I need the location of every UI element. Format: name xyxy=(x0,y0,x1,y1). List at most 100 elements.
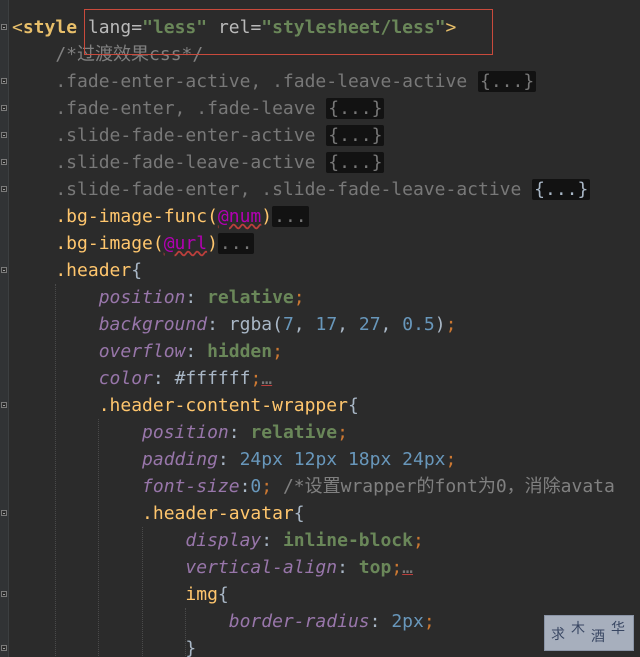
watermark-logo: 求 木 酒 华 xyxy=(544,615,634,651)
code-token: : xyxy=(152,368,175,389)
fold-toggle-icon[interactable] xyxy=(1,78,7,84)
fold-toggle-icon[interactable] xyxy=(1,132,7,138)
code-token: inline-block xyxy=(282,530,413,551)
code-line[interactable]: .bg-image(@url)... xyxy=(12,230,255,257)
code-editor[interactable]: <style lang="less" rel="stylesheet/less"… xyxy=(0,0,640,657)
code-token: .header-content-wrapper xyxy=(12,395,348,416)
code-token: : xyxy=(185,287,208,308)
fold-toggle-icon[interactable] xyxy=(1,186,7,192)
code-line[interactable]: padding: 24px 12px 18px 24px; xyxy=(12,446,456,473)
code-token: , xyxy=(337,314,359,335)
code-token: : xyxy=(228,422,251,443)
folded-region-button[interactable]: ... xyxy=(272,206,309,227)
code-token: , xyxy=(380,314,403,335)
code-token: ; xyxy=(272,341,283,362)
code-token: ) xyxy=(261,206,273,227)
code-line[interactable]: position: relative; xyxy=(12,419,348,446)
code-token: ; xyxy=(391,557,403,578)
code-line[interactable]: .header-avatar{ xyxy=(12,500,305,527)
code-line[interactable]: overflow: hidden; xyxy=(12,338,283,365)
fold-toggle-icon[interactable] xyxy=(1,24,7,30)
code-token: 27 xyxy=(358,314,381,335)
code-token: .bg-image-func( xyxy=(12,206,218,227)
code-token: /*设置wrapper的font为0，消除avata xyxy=(272,476,615,497)
code-token: top xyxy=(358,557,392,578)
code-token: @url xyxy=(163,233,208,254)
code-token: 24px 12px 18px 24px xyxy=(239,449,446,470)
code-token: : xyxy=(337,557,359,578)
code-line[interactable]: position: relative; xyxy=(12,284,305,311)
fold-toggle-icon[interactable] xyxy=(1,402,7,408)
code-line[interactable]: .slide-fade-enter, .slide-fade-leave-act… xyxy=(12,176,591,203)
code-line[interactable]: .bg-image-func(@num)... xyxy=(12,203,309,230)
code-line[interactable]: font-size:0; /*设置wrapper的font为0，消除avata xyxy=(12,473,615,500)
editor-gutter[interactable] xyxy=(0,0,9,657)
code-token: ; xyxy=(337,422,348,443)
fold-toggle-icon[interactable] xyxy=(1,159,7,165)
code-token: @num xyxy=(217,206,262,227)
code-token: background xyxy=(12,314,208,335)
code-line[interactable]: .header{ xyxy=(12,257,142,284)
code-token: .slide-fade-enter-active xyxy=(12,125,327,146)
watermark-char: 求 xyxy=(551,627,565,643)
fold-toggle-icon[interactable] xyxy=(1,267,7,273)
watermark-char: 华 xyxy=(611,621,625,637)
code-line[interactable]: .slide-fade-leave-active {...} xyxy=(12,149,385,176)
code-token: style xyxy=(22,17,78,38)
watermark-char: 酒 xyxy=(591,629,605,645)
code-line[interactable]: border-radius: 2px; xyxy=(12,608,435,635)
code-line[interactable]: .header-content-wrapper{ xyxy=(12,392,359,419)
code-token: overflow xyxy=(12,341,186,362)
fold-toggle-icon[interactable] xyxy=(1,510,7,516)
code-token: … xyxy=(402,557,413,578)
code-line[interactable]: .fade-enter-active, .fade-leave-active {… xyxy=(12,68,537,95)
code-token: { xyxy=(293,503,305,524)
fold-toggle-icon[interactable] xyxy=(1,645,7,651)
code-token: font-size xyxy=(12,476,240,497)
folded-region-button[interactable]: {...} xyxy=(326,98,385,119)
code-line[interactable]: .slide-fade-enter-active {...} xyxy=(12,122,385,149)
code-token: : xyxy=(207,314,229,335)
folded-region-button[interactable]: {...} xyxy=(326,125,385,146)
code-token: display xyxy=(12,530,262,551)
code-token: .fade-enter, .fade-leave xyxy=(12,98,327,119)
code-token: ; xyxy=(445,314,457,335)
code-line[interactable]: vertical-align: top;… xyxy=(12,554,413,581)
folded-region-button[interactable]: ... xyxy=(217,233,255,254)
code-token: ; xyxy=(423,611,435,632)
code-token: { xyxy=(131,260,143,281)
code-line[interactable]: background: rgba(7, 17, 27, 0.5); xyxy=(12,311,457,338)
code-token: img xyxy=(12,584,218,605)
code-token: #ffffff xyxy=(174,368,251,389)
code-line[interactable]: img{ xyxy=(12,581,228,608)
code-token: rgba( xyxy=(228,314,283,335)
code-token: relative xyxy=(207,287,294,308)
code-token: : xyxy=(369,611,392,632)
code-line[interactable]: display: inline-block; xyxy=(12,527,423,554)
code-line[interactable]: } xyxy=(12,635,196,657)
code-token: .slide-fade-leave-active xyxy=(12,152,327,173)
code-token: ) xyxy=(434,314,446,335)
watermark-char: 木 xyxy=(571,621,585,637)
code-token: , xyxy=(293,314,316,335)
code-token: { xyxy=(347,395,359,416)
fold-toggle-icon[interactable] xyxy=(1,591,7,597)
code-token: color xyxy=(12,368,153,389)
code-token: hidden xyxy=(207,341,273,362)
code-line[interactable]: .fade-enter, .fade-leave {...} xyxy=(12,95,385,122)
folded-region-button[interactable]: {...} xyxy=(326,152,385,173)
code-token: : xyxy=(217,449,240,470)
code-token: : xyxy=(239,476,251,497)
code-token: .fade-enter-active, .fade-leave-active xyxy=(12,71,478,92)
code-token: ) xyxy=(207,233,218,254)
folded-region-button[interactable]: {...} xyxy=(532,179,591,200)
code-line[interactable]: color: #ffffff;… xyxy=(12,365,272,392)
code-token: ; xyxy=(445,449,457,470)
folded-region-button[interactable]: {...} xyxy=(478,71,537,92)
code-token: .bg-image( xyxy=(12,233,164,254)
fold-toggle-icon[interactable] xyxy=(1,105,7,111)
code-token: … xyxy=(261,368,273,389)
code-token: : xyxy=(261,530,283,551)
code-token: .header-avatar xyxy=(12,503,294,524)
code-token: 0.5 xyxy=(402,314,435,335)
